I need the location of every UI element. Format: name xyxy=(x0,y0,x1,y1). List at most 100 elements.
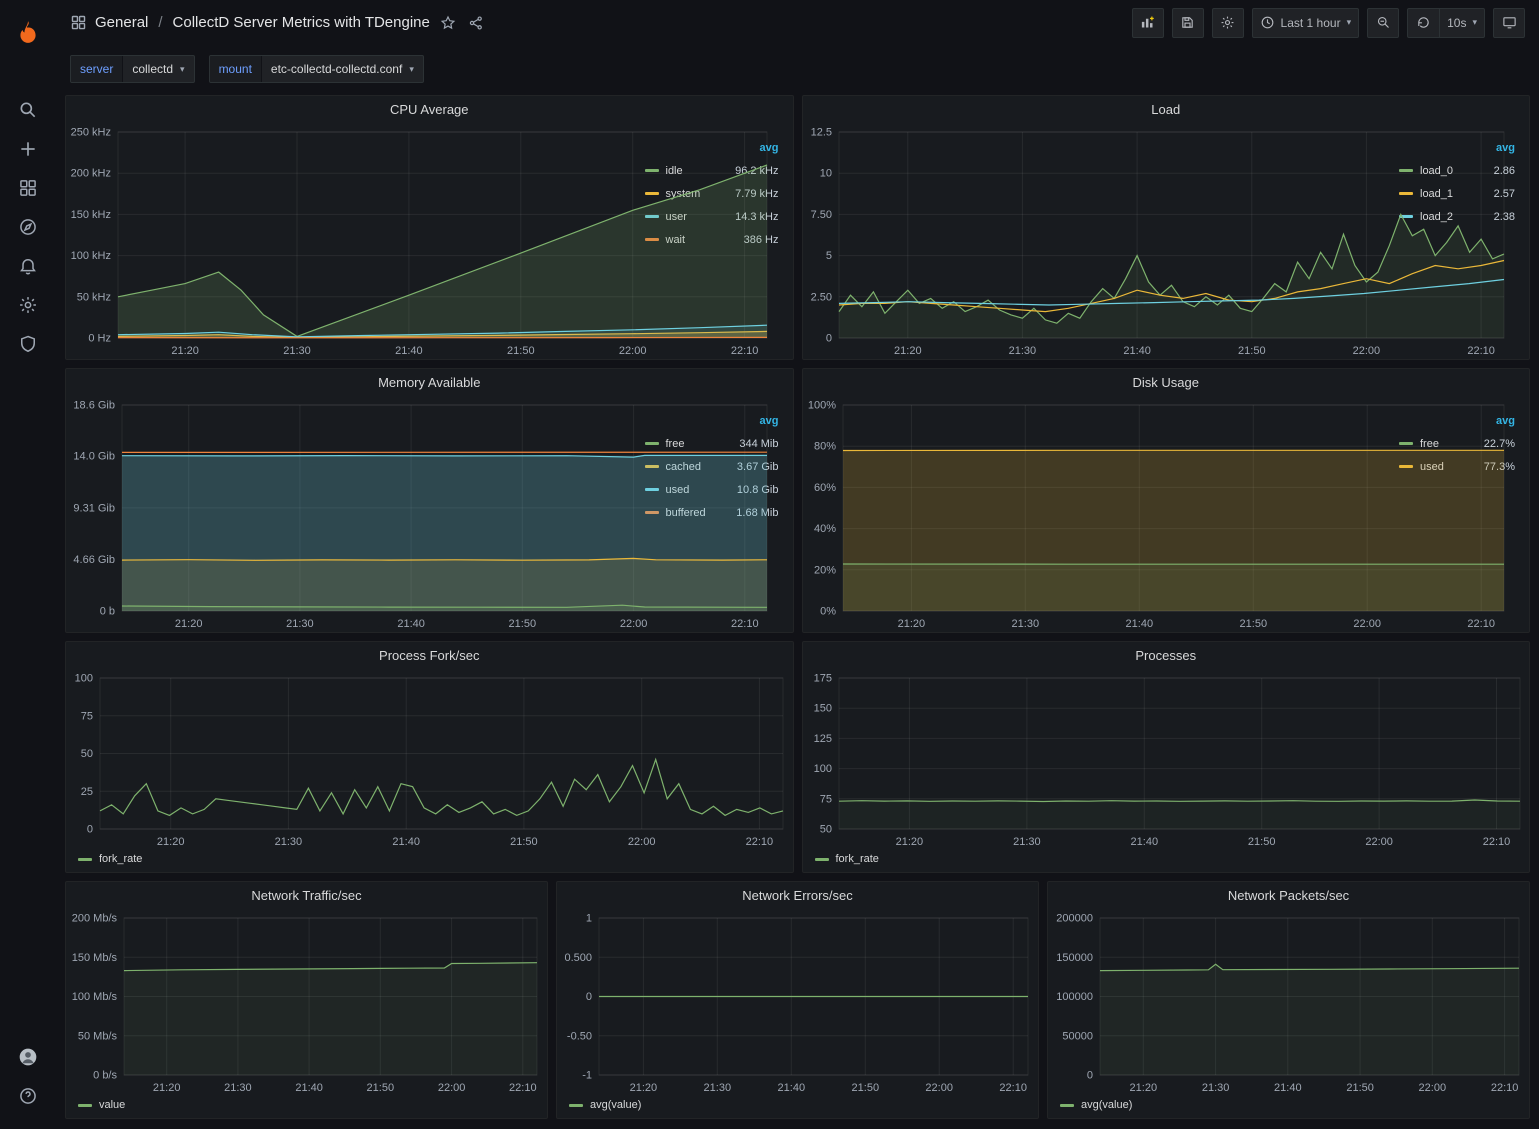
panel-title-text: Processes xyxy=(1135,648,1196,663)
dashboard-title[interactable]: CollectD Server Metrics with TDengine xyxy=(173,14,430,31)
panel-title-text: Network Packets/sec xyxy=(1228,888,1349,903)
svg-text:50 Mb/s: 50 Mb/s xyxy=(78,1030,118,1042)
process-fork-chart[interactable]: 025507510021:2021:3021:4021:5022:0022:10 xyxy=(66,668,793,850)
variable-server-value[interactable]: collectd▾ xyxy=(122,56,193,82)
legend-item-avg(value)[interactable]: avg(value) xyxy=(1060,1099,1132,1111)
legend-item-value[interactable]: value xyxy=(78,1099,125,1111)
svg-text:75: 75 xyxy=(819,793,831,805)
cpu-average-chart[interactable]: 0 Hz50 kHz100 kHz150 kHz200 kHz250 kHz21… xyxy=(66,122,643,359)
panel-title-text: Memory Available xyxy=(378,375,480,390)
panel-title-text: Network Errors/sec xyxy=(742,888,853,903)
cycle-view-mode-button[interactable] xyxy=(1493,8,1525,38)
panel-header[interactable]: Disk Usage xyxy=(803,369,1530,395)
svg-text:200 Mb/s: 200 Mb/s xyxy=(72,913,118,925)
svg-text:21:50: 21:50 xyxy=(510,836,538,848)
svg-text:21:30: 21:30 xyxy=(224,1082,252,1094)
svg-text:22:00: 22:00 xyxy=(438,1082,466,1094)
alerting-bell-icon[interactable] xyxy=(6,246,50,285)
svg-text:100 kHz: 100 kHz xyxy=(71,250,111,262)
panel-header[interactable]: CPU Average xyxy=(66,96,793,122)
network-traffic-chart[interactable]: 0 b/s50 Mb/s100 Mb/s150 Mb/s200 Mb/s21:2… xyxy=(66,908,547,1096)
configuration-gear-icon[interactable] xyxy=(6,285,50,324)
svg-text:200 kHz: 200 kHz xyxy=(71,168,111,180)
create-plus-icon[interactable] xyxy=(6,129,50,168)
variable-mount-value-text: etc-collectd-collectd.conf xyxy=(271,62,402,76)
panel-title-text: Load xyxy=(1151,102,1180,117)
legend-item-avg(value)[interactable]: avg(value) xyxy=(569,1099,641,1111)
svg-text:21:40: 21:40 xyxy=(397,618,425,630)
variable-mount-label: mount xyxy=(210,56,261,82)
svg-text:21:30: 21:30 xyxy=(1008,345,1036,357)
star-icon[interactable] xyxy=(438,13,458,33)
network-packets-chart[interactable]: 05000010000015000020000021:2021:3021:402… xyxy=(1048,908,1529,1096)
dashboards-icon[interactable] xyxy=(6,168,50,207)
template-variables-row: server collectd▾ mount etc-collectd-coll… xyxy=(56,45,1539,89)
panel-header[interactable]: Network Packets/sec xyxy=(1048,882,1529,908)
time-range-picker[interactable]: Last 1 hour ▾ xyxy=(1252,8,1360,38)
search-icon[interactable] xyxy=(6,90,50,129)
refresh-interval-dropdown[interactable]: 10s ▾ xyxy=(1439,8,1485,38)
network-errors-legend: avg(value) xyxy=(557,1096,1038,1118)
svg-text:9.31 Gib: 9.31 Gib xyxy=(73,502,115,514)
panel-header[interactable]: Network Traffic/sec xyxy=(66,882,547,908)
grafana-app: General / CollectD Server Metrics with T… xyxy=(0,0,1539,1129)
disk-usage-chart[interactable]: 0%20%40%60%80%100%21:2021:3021:4021:5022… xyxy=(803,395,1398,632)
grafana-logo[interactable] xyxy=(6,10,50,54)
panel-header[interactable]: Process Fork/sec xyxy=(66,642,793,668)
panel-header[interactable]: Load xyxy=(803,96,1530,122)
svg-text:21:20: 21:20 xyxy=(1130,1082,1158,1094)
svg-text:21:40: 21:40 xyxy=(778,1082,806,1094)
refresh-button[interactable] xyxy=(1407,8,1439,38)
svg-text:0: 0 xyxy=(87,824,93,836)
svg-text:22:10: 22:10 xyxy=(731,618,759,630)
svg-text:150: 150 xyxy=(813,703,831,715)
breadcrumb-section[interactable]: General xyxy=(95,14,148,31)
svg-text:21:20: 21:20 xyxy=(895,836,923,848)
user-avatar[interactable] xyxy=(6,1037,50,1076)
legend-item-fork_rate[interactable]: fork_rate xyxy=(815,853,879,865)
svg-text:21:30: 21:30 xyxy=(286,618,314,630)
processes-chart[interactable]: 507510012515017521:2021:3021:4021:5022:0… xyxy=(803,668,1530,850)
svg-text:150000: 150000 xyxy=(1056,952,1093,964)
grafana-logo-icon xyxy=(15,19,41,45)
svg-text:22:00: 22:00 xyxy=(620,618,648,630)
variable-mount[interactable]: mount etc-collectd-collectd.conf▾ xyxy=(209,55,424,83)
explore-compass-icon[interactable] xyxy=(6,207,50,246)
server-admin-shield-icon[interactable] xyxy=(6,324,50,363)
save-dashboard-button[interactable] xyxy=(1172,8,1204,38)
panel-header[interactable]: Network Errors/sec xyxy=(557,882,1038,908)
svg-text:22:00: 22:00 xyxy=(1353,618,1381,630)
svg-text:100%: 100% xyxy=(807,400,835,412)
svg-text:22:00: 22:00 xyxy=(628,836,656,848)
legend-item-fork_rate[interactable]: fork_rate xyxy=(78,853,142,865)
add-panel-button[interactable] xyxy=(1132,8,1164,38)
panel-process-fork: Process Fork/sec 025507510021:2021:3021:… xyxy=(65,641,794,873)
svg-text:50: 50 xyxy=(81,748,93,760)
svg-text:21:30: 21:30 xyxy=(704,1082,732,1094)
add-panel-icon xyxy=(1140,15,1155,30)
svg-text:21:50: 21:50 xyxy=(852,1082,880,1094)
svg-text:21:20: 21:20 xyxy=(897,618,925,630)
svg-text:60%: 60% xyxy=(813,482,835,494)
share-icon[interactable] xyxy=(466,13,486,33)
svg-text:21:30: 21:30 xyxy=(1011,618,1039,630)
memory-available-chart[interactable]: 0 b4.66 Gib9.31 Gib14.0 Gib18.6 Gib21:20… xyxy=(66,395,643,632)
help-icon[interactable] xyxy=(6,1076,50,1115)
svg-text:22:10: 22:10 xyxy=(1482,836,1510,848)
variable-server[interactable]: server collectd▾ xyxy=(70,55,195,83)
panel-title-text: Process Fork/sec xyxy=(379,648,479,663)
panel-header[interactable]: Memory Available xyxy=(66,369,793,395)
dashboard-settings-button[interactable] xyxy=(1212,8,1244,38)
svg-text:21:20: 21:20 xyxy=(630,1082,658,1094)
network-errors-chart[interactable]: -1-0.5000.500121:2021:3021:4021:5022:002… xyxy=(557,908,1038,1096)
svg-text:150 Mb/s: 150 Mb/s xyxy=(72,952,118,964)
zoom-out-button[interactable] xyxy=(1367,8,1399,38)
clock-icon xyxy=(1260,15,1275,30)
variable-mount-value[interactable]: etc-collectd-collectd.conf▾ xyxy=(261,56,423,82)
svg-text:21:50: 21:50 xyxy=(367,1082,395,1094)
svg-text:0 b: 0 b xyxy=(100,606,115,618)
panel-header[interactable]: Processes xyxy=(803,642,1530,668)
variable-server-label: server xyxy=(71,56,122,82)
load-chart[interactable]: 02.5057.501012.521:2021:3021:4021:5022:0… xyxy=(803,122,1398,359)
svg-text:22:10: 22:10 xyxy=(509,1082,537,1094)
